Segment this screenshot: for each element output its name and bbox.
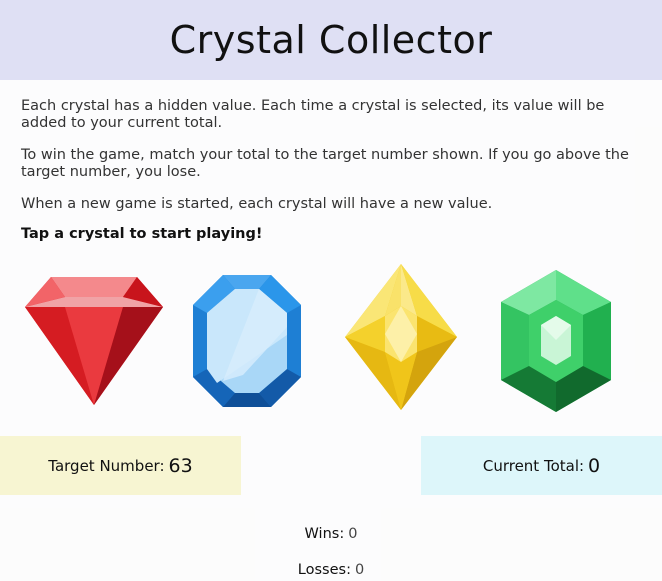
wins-count: 0 [348, 526, 358, 542]
instructions-paragraph-3: When a new game is started, each crystal… [21, 196, 493, 212]
red-crystal[interactable] [25, 275, 163, 405]
page-title: Crystal Collector [169, 18, 493, 62]
green-gem-icon [501, 270, 611, 412]
target-number-label: Target Number: [48, 456, 165, 475]
current-total-value: 0 [588, 454, 601, 477]
losses-stat: Losses: 0 [0, 562, 662, 578]
red-gem-icon [25, 277, 163, 405]
header-bar: Crystal Collector [0, 0, 662, 80]
instructions: Each crystal has a hidden value. Each ti… [21, 98, 641, 258]
current-total-box: Current Total: 0 [421, 436, 662, 495]
yellow-crystal[interactable] [345, 264, 457, 410]
wins-label: Wins: [304, 526, 345, 542]
wins-stat: Wins: 0 [0, 526, 662, 542]
target-number-value: 63 [168, 454, 193, 477]
losses-count: 0 [354, 562, 365, 578]
target-number-box: Target Number: 63 [0, 436, 241, 495]
green-crystal[interactable] [501, 270, 611, 412]
current-total-label: Current Total: [482, 456, 585, 475]
yellow-gem-icon [345, 264, 457, 410]
start-prompt: Tap a crystal to start playing! [21, 226, 263, 242]
losses-label: Losses: [297, 562, 351, 578]
instructions-paragraph-1: Each crystal has a hidden value. Each ti… [21, 98, 605, 131]
blue-crystal[interactable] [193, 275, 301, 407]
instructions-paragraph-2: To win the game, match your total to the… [21, 147, 629, 180]
blue-gem-icon [193, 275, 301, 407]
